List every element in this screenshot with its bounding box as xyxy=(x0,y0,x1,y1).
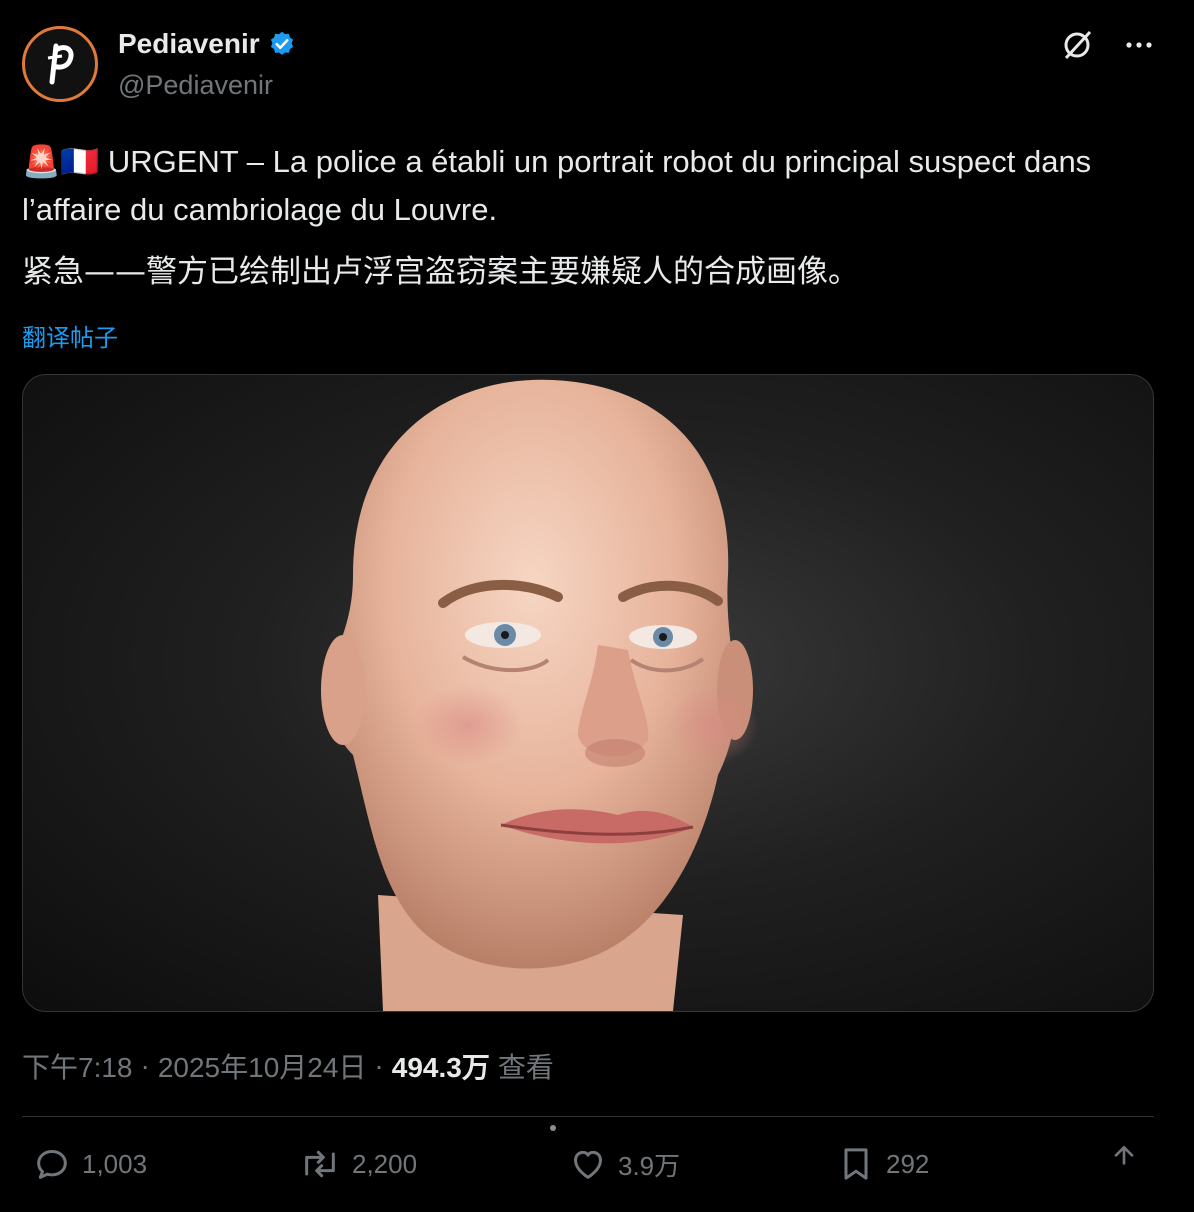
rendered-head-illustration xyxy=(321,379,758,1011)
meta-separator-2: · xyxy=(374,1050,384,1081)
action-bar: 1,003 2,200 3.9万 292 xyxy=(22,1140,1154,1190)
grok-icon[interactable] xyxy=(1060,28,1094,62)
pediavenir-logo xyxy=(47,43,74,85)
meta-separator-1: · xyxy=(140,1050,150,1081)
top-right-actions xyxy=(1060,28,1156,62)
tweet-metadata: 下午7:18 · 2025年10月24日 · 494.3万 查看 xyxy=(22,1046,554,1086)
more-icon[interactable] xyxy=(1122,28,1156,62)
like-icon xyxy=(574,1150,602,1179)
repost-count: 2,200 xyxy=(352,1148,418,1179)
scroll-indicator-dot xyxy=(550,1125,556,1131)
translate-post-link[interactable]: 翻译帖子 xyxy=(22,318,118,353)
tweet-text-chinese: 紧急——警方已绘制出卢浮宫盗窃案主要嫌疑人的合成画像。 xyxy=(22,254,859,290)
views-label: 查看 xyxy=(497,1052,554,1083)
tweet-text-fr: URGENT – La police a établi un portrait … xyxy=(22,144,1092,227)
tweet-date[interactable]: 2025年10月24日 xyxy=(158,1046,367,1086)
display-name[interactable]: Pediavenir xyxy=(118,28,260,60)
tweet-media-image[interactable] xyxy=(22,374,1154,1012)
share-button[interactable] xyxy=(1108,1142,1140,1174)
avatar[interactable] xyxy=(22,26,98,102)
repost-button[interactable]: 2,200 xyxy=(298,1144,417,1184)
share-icon xyxy=(1114,1146,1134,1165)
reply-count: 1,003 xyxy=(82,1148,148,1179)
views-count: 494.3万 xyxy=(391,1052,490,1083)
verified-badge-icon xyxy=(270,31,293,55)
reply-icon xyxy=(37,1150,67,1179)
like-button[interactable]: 3.9万 xyxy=(568,1144,680,1184)
reply-button[interactable]: 1,003 xyxy=(32,1144,147,1184)
author-handle[interactable]: @Pediavenir xyxy=(118,70,273,101)
repost-icon xyxy=(305,1150,335,1178)
tweet-text-french: 🚨🇫🇷 URGENT – La police a établi un portr… xyxy=(22,138,1162,234)
bookmark-button[interactable]: 292 xyxy=(836,1144,929,1184)
tweet-time[interactable]: 下午7:18 xyxy=(22,1046,133,1086)
author-name-row[interactable]: Pediavenir xyxy=(118,28,296,60)
bookmark-icon xyxy=(844,1148,868,1180)
bookmark-count: 292 xyxy=(886,1148,930,1179)
emoji-prefix: 🚨🇫🇷 xyxy=(22,144,100,179)
divider xyxy=(22,1116,1154,1117)
like-count: 3.9万 xyxy=(618,1150,681,1181)
